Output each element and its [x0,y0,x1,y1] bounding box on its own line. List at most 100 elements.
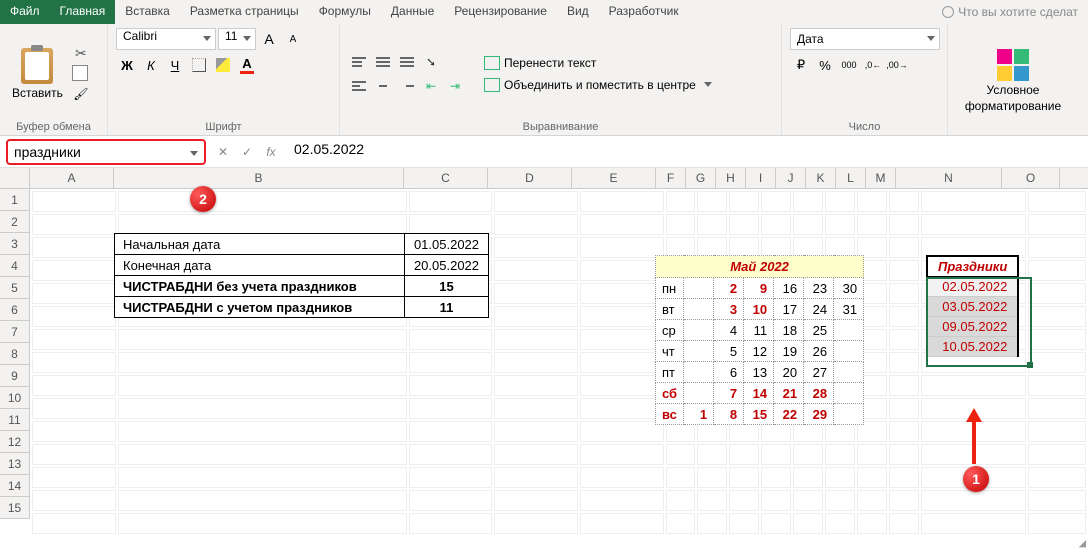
tab-file[interactable]: Файл [0,0,50,24]
calendar-cell[interactable] [834,383,864,404]
tab-view[interactable]: Вид [557,0,599,24]
col-header-N[interactable]: N [896,168,1002,188]
currency-button[interactable]: ₽ [790,54,812,76]
calendar-cell[interactable]: 4 [714,320,744,341]
calendar-cell[interactable]: 3 [714,299,744,320]
number-format-select[interactable]: Дата [790,28,940,50]
tab-data[interactable]: Данные [381,0,444,24]
row-header-1[interactable]: 1 [0,189,30,211]
calendar-cell[interactable]: 31 [834,299,864,320]
calendar-dow[interactable]: ср [656,320,684,341]
col-header-G[interactable]: G [686,168,716,188]
label-networkdays-withhol[interactable]: ЧИСТРАБДНИ с учетом праздников [115,297,405,318]
format-painter-button[interactable] [71,85,91,103]
col-header-D[interactable]: D [488,168,572,188]
calendar-cell[interactable] [834,362,864,383]
row-header-13[interactable]: 13 [0,453,30,475]
value-start-date[interactable]: 01.05.2022 [405,234,489,255]
row-header-4[interactable]: 4 [0,255,30,277]
holiday-cell[interactable]: 09.05.2022 [927,317,1018,337]
number-launcher[interactable]: ◢ [1079,538,1086,549]
calendar-cell[interactable]: 29 [804,404,834,425]
border-button[interactable] [188,54,210,76]
cancel-formula-button[interactable]: ✕ [212,141,234,163]
calendar-cell[interactable]: 24 [804,299,834,320]
shrink-font-button[interactable]: A [282,28,304,50]
calendar-dow[interactable]: сб [656,383,684,404]
calendar-cell[interactable]: 7 [714,383,744,404]
row-header-9[interactable]: 9 [0,365,30,387]
calendar-cell[interactable]: 6 [714,362,744,383]
tab-insert[interactable]: Вставка [115,0,180,24]
col-header-F[interactable]: F [656,168,686,188]
calendar-cell[interactable]: 8 [714,404,744,425]
calendar-dow[interactable]: пн [656,278,684,299]
calendar-cell[interactable]: 19 [774,341,804,362]
tab-review[interactable]: Рецензирование [444,0,557,24]
row-header-15[interactable]: 15 [0,497,30,519]
calendar-cell[interactable]: 12 [744,341,774,362]
row-header-11[interactable]: 11 [0,409,30,431]
align-center-button[interactable] [372,75,394,97]
calendar-dow[interactable]: вт [656,299,684,320]
calendar-cell[interactable] [684,278,714,299]
col-header-C[interactable]: C [404,168,488,188]
col-header-M[interactable]: M [866,168,896,188]
tab-formulas[interactable]: Формулы [309,0,381,24]
insert-function-button[interactable]: fx [260,141,282,163]
calendar-cell[interactable] [684,320,714,341]
calendar[interactable]: Май 2022 пн29162330вт310172431ср4111825ч… [655,255,864,425]
row-header-6[interactable]: 6 [0,299,30,321]
calendar-cell[interactable] [684,341,714,362]
tab-developer[interactable]: Разработчик [599,0,689,24]
row-header-12[interactable]: 12 [0,431,30,453]
decrease-indent-button[interactable] [420,75,442,97]
align-left-button[interactable] [348,75,370,97]
wrap-text-button[interactable]: Перенести текст [480,52,716,74]
font-color-button[interactable]: A [236,54,258,76]
calendar-dow[interactable]: вс [656,404,684,425]
align-right-button[interactable] [396,75,418,97]
calendar-cell[interactable]: 18 [774,320,804,341]
calendar-cell[interactable]: 30 [834,278,864,299]
font-size-select[interactable]: 11 [218,28,256,50]
calendar-cell[interactable]: 1 [684,404,714,425]
col-header-E[interactable]: E [572,168,656,188]
col-header-O[interactable]: O [1002,168,1060,188]
calendar-cell[interactable]: 14 [744,383,774,404]
tell-me[interactable]: Что вы хотите сделат [932,0,1088,24]
calendar-dow[interactable]: чт [656,341,684,362]
percent-button[interactable]: % [814,54,836,76]
calendar-cell[interactable]: 5 [714,341,744,362]
row-header-5[interactable]: 5 [0,277,30,299]
calendar-cell[interactable]: 16 [774,278,804,299]
col-header-L[interactable]: L [836,168,866,188]
bold-button[interactable]: Ж [116,54,138,76]
holiday-cell[interactable]: 03.05.2022 [927,297,1018,317]
calendar-cell[interactable]: 13 [744,362,774,383]
calendar-cell[interactable] [684,299,714,320]
calendar-cell[interactable]: 27 [804,362,834,383]
holiday-cell[interactable]: 02.05.2022 [927,277,1018,297]
calendar-cell[interactable]: 25 [804,320,834,341]
value-networkdays-withhol[interactable]: 11 [405,297,489,318]
cut-button[interactable] [71,45,91,63]
font-name-select[interactable]: Calibri [116,28,216,50]
tab-layout[interactable]: Разметка страницы [180,0,309,24]
calendar-dow[interactable]: пт [656,362,684,383]
calendar-cell[interactable]: 9 [744,278,774,299]
value-networkdays-nohol[interactable]: 15 [405,276,489,297]
paste-button[interactable]: Вставить [8,46,67,102]
calendar-cell[interactable]: 28 [804,383,834,404]
calendar-cell[interactable] [834,320,864,341]
decrease-decimal-button[interactable]: ,00→ [886,54,908,76]
thousands-button[interactable]: 000 [838,54,860,76]
holidays-table[interactable]: Праздники 02.05.202203.05.202209.05.2022… [926,255,1019,357]
calendar-cell[interactable]: 17 [774,299,804,320]
calendar-cell[interactable]: 22 [774,404,804,425]
orientation-button[interactable] [420,51,442,73]
merge-center-button[interactable]: Объединить и поместить в центре [480,74,716,96]
calendar-cell[interactable] [684,383,714,404]
tab-home[interactable]: Главная [50,0,116,24]
select-all-corner[interactable] [0,168,30,188]
